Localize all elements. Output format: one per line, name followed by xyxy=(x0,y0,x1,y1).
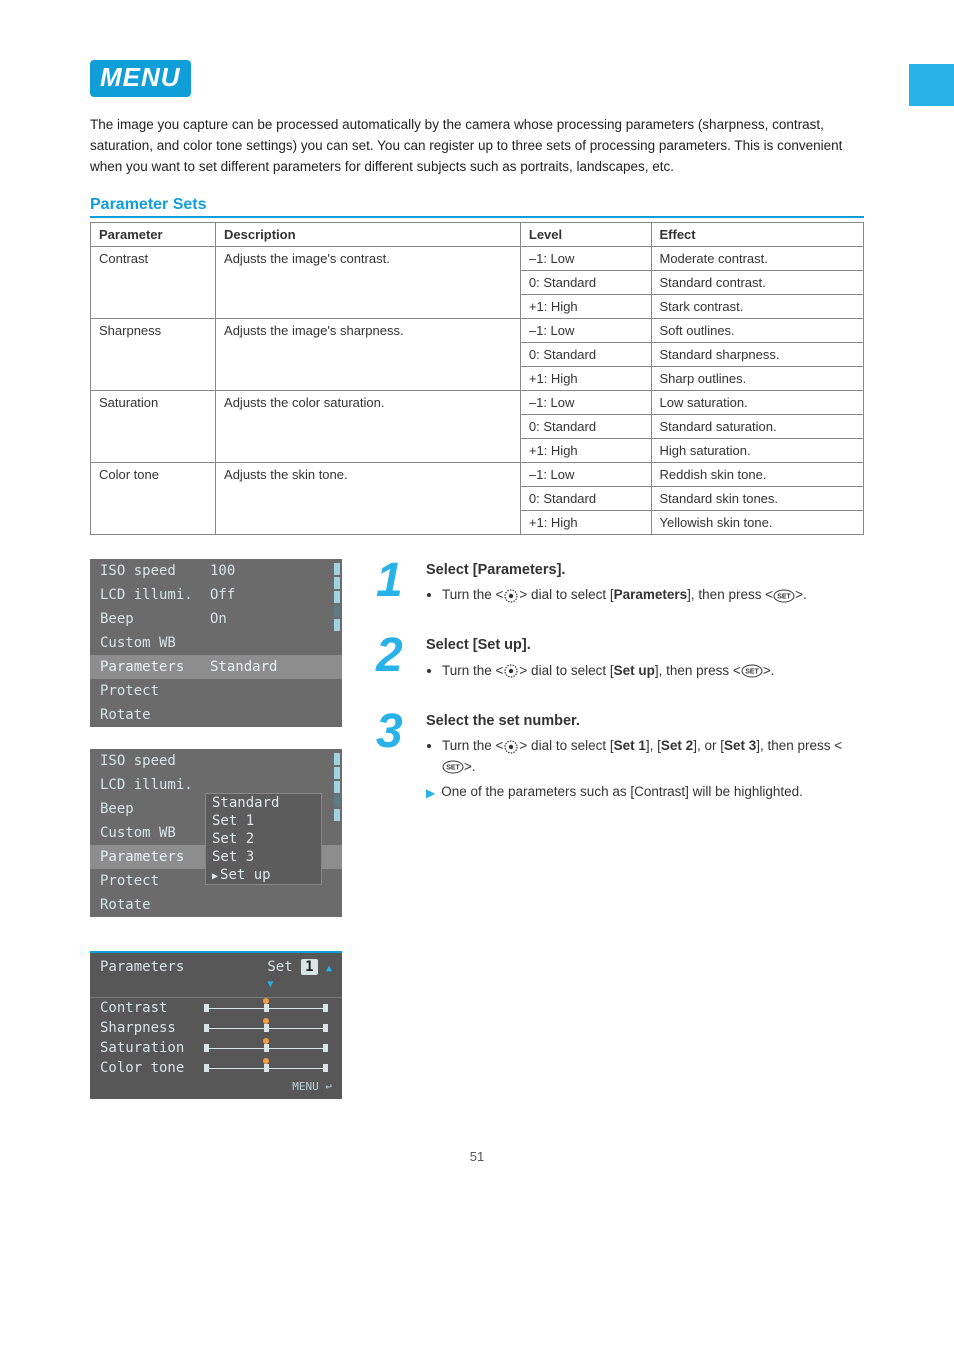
set-button-icon: SET xyxy=(741,661,763,682)
param-name: Sharpness xyxy=(91,318,216,390)
lcd-row: ParametersStandard xyxy=(90,655,342,679)
col-level: Level xyxy=(520,222,651,246)
param-desc: Adjusts the skin tone. xyxy=(216,462,521,534)
param-effect: Reddish skin tone. xyxy=(651,462,864,486)
lcd-row: LCD illumi.Off xyxy=(90,583,342,607)
col-effect: Effect xyxy=(651,222,864,246)
scrollbar xyxy=(334,753,340,913)
param-level: 0: Standard xyxy=(520,270,651,294)
param-level: –1: Low xyxy=(520,246,651,270)
lcd-screenshot-1: ISO speed100LCD illumi.OffBeepOnCustom W… xyxy=(90,559,342,727)
param-effect: Stark contrast. xyxy=(651,294,864,318)
param-desc: Adjusts the color saturation. xyxy=(216,390,521,462)
lcd-submenu-option: Set 3 xyxy=(206,848,321,866)
lcd-row: Protect xyxy=(90,679,342,703)
lcd3-set-label: Set xyxy=(267,959,292,975)
param-level: –1: Low xyxy=(520,318,651,342)
quick-control-dial-icon xyxy=(503,736,519,757)
param-effect: Soft outlines. xyxy=(651,318,864,342)
lcd3-param-row: Color tone xyxy=(90,1058,342,1078)
param-effect: Standard contrast. xyxy=(651,270,864,294)
param-effect: Standard saturation. xyxy=(651,414,864,438)
step-result: ▶One of the parameters such as [Contrast… xyxy=(426,782,864,803)
param-name: Contrast xyxy=(91,246,216,318)
svg-text:SET: SET xyxy=(446,765,460,772)
intro-text: The image you capture can be processed a… xyxy=(90,115,864,178)
param-level: –1: Low xyxy=(520,462,651,486)
param-effect: High saturation. xyxy=(651,438,864,462)
param-effect: Low saturation. xyxy=(651,390,864,414)
param-level: +1: High xyxy=(520,366,651,390)
param-level: 0: Standard xyxy=(520,414,651,438)
param-level: +1: High xyxy=(520,510,651,534)
step: 2 Select [Set up]. Turn the <> dial to sel… xyxy=(376,634,864,685)
set-button-icon: SET xyxy=(773,585,795,606)
lcd-submenu-option: Set up xyxy=(206,866,321,884)
param-effect: Sharp outlines. xyxy=(651,366,864,390)
step-title: Select the set number. xyxy=(426,710,864,732)
svg-text:SET: SET xyxy=(745,669,759,676)
scrollbar xyxy=(334,563,340,723)
param-effect: Yellowish skin tone. xyxy=(651,510,864,534)
parameter-sets-heading: Parameter Sets xyxy=(90,196,864,218)
quick-control-dial-icon xyxy=(503,585,519,606)
step-number: 2 xyxy=(376,634,412,685)
param-name: Saturation xyxy=(91,390,216,462)
step-number: 1 xyxy=(376,559,412,610)
page-number: 51 xyxy=(90,1149,864,1164)
step-title: Select [Set up]. xyxy=(426,634,864,656)
param-level: –1: Low xyxy=(520,390,651,414)
lcd-submenu-option: Set 1 xyxy=(206,812,321,830)
lcd3-set-number: 1 xyxy=(301,959,317,975)
lcd-submenu-option: Set 2 xyxy=(206,830,321,848)
lcd-row: BeepOn xyxy=(90,607,342,631)
lcd-row: ISO speed xyxy=(90,749,342,773)
lcd-submenu: StandardSet 1Set 2Set 3Set up xyxy=(205,793,322,885)
page-header: MENU Selecting the Processing Parameters xyxy=(90,60,864,97)
step-instruction: Turn the <> dial to select [Parameters],… xyxy=(442,585,864,606)
lcd-row: ISO speed100 xyxy=(90,559,342,583)
menu-badge: MENU xyxy=(90,60,191,97)
svg-text:SET: SET xyxy=(777,593,791,600)
param-level: +1: High xyxy=(520,294,651,318)
lcd3-title: Parameters xyxy=(100,959,184,991)
col-parameter: Parameter xyxy=(91,222,216,246)
page-title: Selecting the Processing Parameters xyxy=(201,62,659,93)
lcd-row: Rotate xyxy=(90,703,342,727)
param-name: Color tone xyxy=(91,462,216,534)
lcd-row: Rotate xyxy=(90,893,342,917)
lcd-row: Custom WB xyxy=(90,631,342,655)
section-tab xyxy=(909,64,954,106)
param-level: 0: Standard xyxy=(520,486,651,510)
lcd3-param-row: Saturation xyxy=(90,1038,342,1058)
lcd3-footer: MENU ↩ xyxy=(90,1078,342,1093)
param-desc: Adjusts the image's contrast. xyxy=(216,246,521,318)
step-number: 3 xyxy=(376,710,412,803)
param-effect: Standard skin tones. xyxy=(651,486,864,510)
parameters-table: Parameter Description Level Effect Contr… xyxy=(90,222,864,535)
lcd3-param-row: Contrast xyxy=(90,998,342,1018)
lcd-screenshot-2: ISO speedLCD illumi.BeepCustom WBParamet… xyxy=(90,749,342,917)
step-instruction: Turn the <> dial to select [Set up], the… xyxy=(442,661,864,682)
param-level: 0: Standard xyxy=(520,342,651,366)
lcd3-param-row: Sharpness xyxy=(90,1018,342,1038)
quick-control-dial-icon xyxy=(503,661,519,682)
param-level: +1: High xyxy=(520,438,651,462)
lcd-screenshot-3: Parameters Set 1 ▲▼ ContrastSharpnessSat… xyxy=(90,951,342,1099)
param-effect: Moderate contrast. xyxy=(651,246,864,270)
param-desc: Adjusts the image's sharpness. xyxy=(216,318,521,390)
lcd-submenu-option: Standard xyxy=(206,794,321,812)
param-effect: Standard sharpness. xyxy=(651,342,864,366)
step: 1 Select [Parameters]. Turn the <> dial to… xyxy=(376,559,864,610)
set-button-icon: SET xyxy=(442,757,464,778)
col-description: Description xyxy=(216,222,521,246)
step-title: Select [Parameters]. xyxy=(426,559,864,581)
step: 3 Select the set number. Turn the <> dial … xyxy=(376,710,864,803)
step-instruction: Turn the <> dial to select [Set 1], [Set… xyxy=(442,736,864,778)
